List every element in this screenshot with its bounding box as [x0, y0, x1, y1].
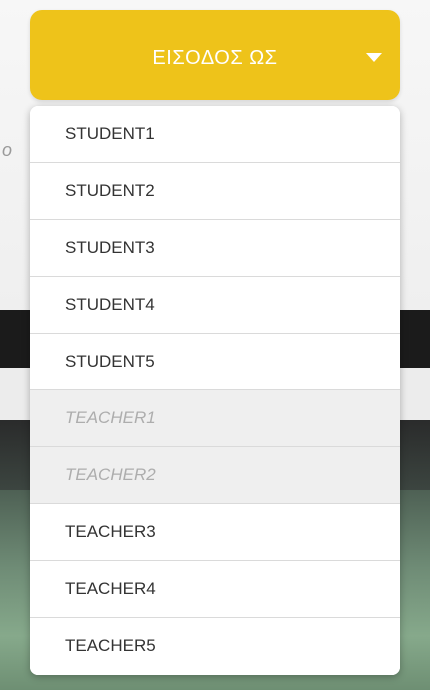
menu-item-label: TEACHER4 — [65, 579, 156, 599]
menu-item-teacher4[interactable]: TEACHER4 — [30, 561, 400, 619]
menu-item-label: STUDENT3 — [65, 237, 155, 257]
menu-item-label: TEACHER1 — [65, 408, 156, 428]
menu-item-label: TEACHER2 — [65, 465, 156, 485]
menu-item-student5[interactable]: STUDENT5 — [30, 333, 400, 391]
menu-item-label: STUDENT1 — [65, 123, 155, 143]
background-text-fragment: o — [2, 140, 13, 160]
login-as-label: ΕΙΣΟΔΟΣ ΩΣ — [152, 47, 278, 69]
menu-item-label: TEACHER3 — [65, 522, 156, 542]
login-as-menu: STUDENT1 STUDENT2 STUDENT3 STUDENT4 STUD… — [30, 106, 400, 675]
menu-item-label: STUDENT4 — [65, 294, 155, 314]
menu-item-teacher1: TEACHER1 — [30, 390, 400, 448]
menu-item-label: STUDENT5 — [65, 351, 155, 371]
menu-item-student2[interactable]: STUDENT2 — [30, 162, 400, 220]
menu-item-teacher3[interactable]: TEACHER3 — [30, 504, 400, 562]
menu-item-student1[interactable]: STUDENT1 — [30, 106, 400, 163]
caret-down-icon[interactable] — [366, 53, 382, 62]
menu-item-teacher2: TEACHER2 — [30, 447, 400, 505]
menu-item-student4[interactable]: STUDENT4 — [30, 276, 400, 334]
menu-item-label: STUDENT2 — [65, 180, 155, 200]
login-as-dropdown-button[interactable]: ΕΙΣΟΔΟΣ ΩΣ — [30, 10, 400, 100]
menu-item-teacher5[interactable]: TEACHER5 — [30, 618, 400, 675]
menu-item-label: TEACHER5 — [65, 636, 156, 656]
menu-item-student3[interactable]: STUDENT3 — [30, 219, 400, 277]
